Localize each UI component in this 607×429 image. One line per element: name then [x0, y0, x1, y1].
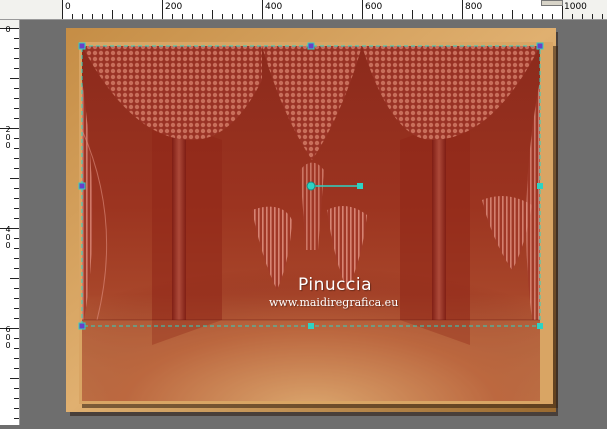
vruler-label-400: 400 [5, 225, 11, 250]
vertical-ruler: 0 200 400 600 [0, 20, 20, 425]
watermark-url: www.maidiregrafica.eu [269, 296, 399, 309]
workspace-right-margin [562, 20, 607, 425]
ruler-label-400: 400 [265, 2, 283, 12]
ruler-label-0: 0 [65, 2, 71, 12]
window-close-button[interactable] [541, 0, 563, 6]
ruler-label-600: 600 [365, 2, 383, 12]
horizontal-ruler: 0 200 400 600 800 1000 [0, 0, 607, 20]
watermark-author: Pinuccia [298, 275, 372, 295]
vruler-label-0: 0 [5, 25, 11, 34]
vruler-label-200: 200 [5, 125, 11, 150]
vruler-label-600: 600 [5, 325, 11, 350]
image-canvas[interactable]: Pinuccia www.maidiregrafica.eu [62, 20, 562, 425]
canvas-artwork [66, 28, 558, 416]
ruler-label-1000: 1000 [564, 2, 587, 12]
ruler-label-200: 200 [165, 2, 183, 12]
ruler-label-800: 800 [465, 2, 483, 12]
